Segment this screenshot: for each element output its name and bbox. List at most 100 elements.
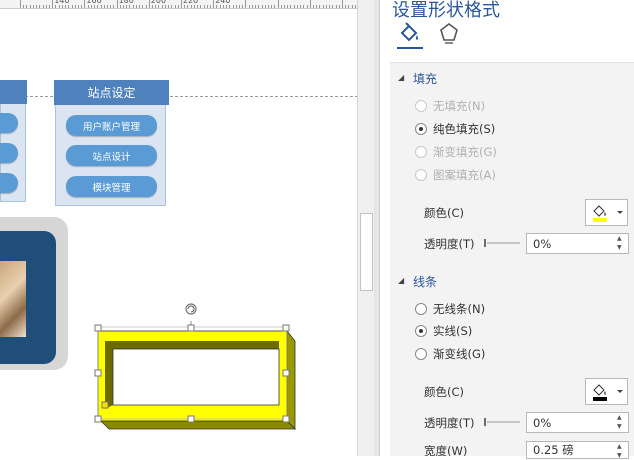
ruler-label: 220 [183, 0, 199, 5]
fill-bucket-icon [593, 205, 623, 222]
line-section-title[interactable]: 线条 [413, 273, 437, 290]
radio-icon[interactable] [415, 100, 427, 112]
ruler-tick [277, 0, 279, 8]
ruler-tick [232, 5, 234, 8]
panel-title: 设置形状格式 [392, 0, 500, 21]
pentagon-icon[interactable] [438, 22, 460, 44]
radio-icon[interactable] [415, 123, 427, 135]
ruler-tick [177, 5, 179, 8]
ruler-label: 140 [54, 0, 70, 5]
ruler-tick [197, 5, 199, 8]
radio-icon[interactable] [415, 348, 427, 360]
ruler-tick [193, 5, 195, 8]
radio-icon[interactable] [415, 146, 427, 158]
canvas-vertical-scrollbar[interactable] [357, 0, 374, 456]
ruler-tick [84, 0, 86, 8]
ruler-tick [94, 5, 96, 8]
ruler-tick [306, 5, 308, 8]
fill-option-solid[interactable]: 纯色填充(S) [415, 121, 495, 137]
bevel-shape-selected[interactable] [94, 303, 297, 430]
ruler-tick [203, 5, 205, 8]
ruler-tick [171, 5, 173, 8]
radio-icon[interactable] [415, 303, 427, 315]
spinner-arrows-icon[interactable]: ▲ ▼ [617, 414, 626, 431]
adjust-handle[interactable] [101, 401, 109, 409]
line-bucket-icon [593, 384, 623, 401]
line-transparency-value[interactable]: 0% [533, 416, 551, 430]
rotate-handle-icon[interactable] [185, 303, 197, 315]
ruler-tick [226, 5, 228, 8]
ruler-tick [20, 0, 21, 8]
fill-section-title[interactable]: 填充 [413, 70, 437, 87]
fill-transparency-value[interactable]: 0% [533, 237, 551, 251]
line-option-none[interactable]: 无线条(N) [415, 301, 485, 317]
ruler-tick [206, 5, 208, 8]
ruler-tick [74, 5, 76, 8]
fill-transparency-spinner[interactable]: 0% ▲ ▼ [526, 233, 629, 254]
site-settings-header[interactable]: 站点设定 [54, 80, 169, 105]
ruler-tick [342, 0, 343, 8]
paint-bucket-icon[interactable] [398, 22, 420, 44]
ruler-tick [123, 5, 125, 8]
ruler-tick [258, 5, 260, 8]
ruler-tick [345, 5, 347, 8]
left-column-header[interactable] [0, 80, 27, 104]
fill-transparency-label: 透明度(T) [424, 237, 475, 251]
ruler-tick [235, 5, 237, 8]
ruler-tick [100, 5, 102, 8]
line-option-solid[interactable]: 实线(S) [415, 323, 472, 339]
line-transparency-slider[interactable] [484, 417, 520, 427]
ruler-tick [68, 5, 70, 8]
line-option-gradient[interactable]: 渐变线(G) [415, 346, 485, 362]
line-collapse-caret-icon[interactable]: ◢ [398, 276, 404, 285]
scrollbar-thumb[interactable] [360, 213, 373, 291]
spinner-arrows-icon[interactable]: ▲ ▼ [617, 235, 626, 252]
ruler-tick [174, 5, 176, 8]
ruler-tick [181, 0, 182, 8]
line-transparency-spinner[interactable]: 0% ▲ ▼ [526, 412, 629, 433]
spinner-arrows-icon[interactable]: ▲ ▼ [617, 443, 626, 460]
ruler-tick [142, 5, 144, 8]
fill-option-none[interactable]: 无填充(N) [415, 98, 485, 114]
line-width-spinner[interactable]: 0.25 磅 ▲ ▼ [526, 441, 629, 459]
radio-icon[interactable] [415, 325, 427, 337]
photo-image[interactable] [0, 231, 56, 364]
ruler-tick [209, 5, 211, 8]
ruler-tick [87, 5, 89, 8]
ruler-tick [184, 5, 186, 8]
ruler-tick [354, 5, 356, 8]
ruler-tick [300, 5, 302, 8]
active-tab-indicator [397, 47, 423, 49]
ruler-tick [158, 5, 160, 8]
ruler-tick [245, 0, 247, 8]
pill-site-design[interactable]: 站点设计 [66, 145, 157, 166]
fill-option-gradient[interactable]: 渐变填充(G) [415, 144, 497, 160]
ruler-tick [48, 5, 50, 8]
ruler-tick [161, 5, 163, 8]
ruler-tick [261, 5, 263, 8]
fill-color-picker-button[interactable] [585, 199, 628, 226]
ruler-tick [313, 5, 315, 8]
ruler-tick [284, 5, 286, 8]
ruler-tick [145, 5, 147, 8]
fill-transparency-slider[interactable] [484, 238, 520, 248]
line-color-picker-button[interactable] [585, 378, 628, 405]
ruler-tick [110, 5, 112, 8]
ruler-tick [255, 5, 257, 8]
ruler-tick [90, 5, 92, 8]
ruler-tick [348, 5, 350, 8]
fill-option-gradient-label: 渐变填充(G) [433, 145, 497, 159]
ruler-tick [335, 5, 337, 8]
fill-collapse-caret-icon[interactable]: ◢ [398, 73, 404, 82]
fill-color-label: 颜色(C) [424, 206, 465, 220]
pill-user-account[interactable]: 用户账户管理 [66, 115, 157, 136]
pill-module-management[interactable]: 模块管理 [66, 176, 157, 197]
drawing-canvas[interactable]: 140 160 180 200 220 240 站点设定 用户账户管理 站点设计 模块管理 [0, 0, 358, 456]
ruler-tick [126, 5, 128, 8]
radio-icon[interactable] [415, 169, 427, 181]
fill-option-pattern[interactable]: 图案填充(A) [415, 167, 496, 183]
ruler-tick [290, 5, 292, 8]
ruler-tick [77, 5, 79, 8]
ruler-tick [36, 5, 38, 8]
ruler-tick [52, 0, 54, 8]
